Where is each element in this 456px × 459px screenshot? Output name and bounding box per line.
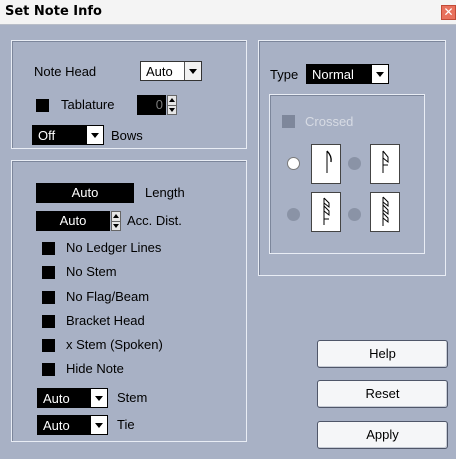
- stem-label: Stem: [117, 390, 148, 405]
- tie-value: Auto: [43, 418, 70, 433]
- note-head-value: Auto: [146, 64, 173, 79]
- note-variant-radio-3[interactable]: [287, 208, 300, 221]
- acc-dist-value: Auto: [59, 213, 87, 228]
- reset-button[interactable]: Reset: [317, 380, 448, 408]
- length-value: Auto: [71, 185, 99, 200]
- no-ledger-lines-checkbox[interactable]: [42, 242, 55, 255]
- eighth-note-icon: [326, 150, 332, 173]
- note-variant-box-2[interactable]: [370, 144, 400, 184]
- option-label: No Stem: [66, 264, 117, 279]
- length-field[interactable]: Auto: [36, 183, 134, 203]
- chevron-down-icon: [90, 389, 107, 407]
- spin-down-icon[interactable]: [112, 221, 120, 230]
- bows-dropdown[interactable]: Off: [32, 125, 104, 145]
- chevron-down-icon: [86, 126, 103, 144]
- tablature-value: 0: [155, 97, 163, 112]
- tablature-field[interactable]: 0: [137, 95, 166, 115]
- bows-value: Off: [38, 128, 56, 143]
- chevron-down-icon: [371, 65, 388, 83]
- chevron-down-icon: [90, 416, 107, 434]
- acc-dist-field[interactable]: Auto: [36, 211, 110, 231]
- stem-value: Auto: [43, 391, 70, 406]
- type-dropdown[interactable]: Normal: [306, 64, 389, 84]
- window-title: Set Note Info: [5, 4, 102, 19]
- note-variant-radio-4[interactable]: [348, 208, 361, 221]
- bows-label: Bows: [111, 128, 143, 143]
- type-label: Type: [270, 67, 299, 82]
- stem-dropdown[interactable]: Auto: [37, 388, 108, 408]
- x-stem-spoken-checkbox[interactable]: [42, 339, 55, 352]
- tablature-label: Tablature: [61, 97, 115, 112]
- option-label: Hide Note: [66, 361, 124, 376]
- option-label: Bracket Head: [66, 313, 145, 328]
- acc-dist-spinner[interactable]: [111, 211, 121, 231]
- crossed-checkbox[interactable]: [282, 115, 295, 128]
- note-variant-radio-1[interactable]: [287, 157, 300, 170]
- option-label: No Flag/Beam: [66, 289, 150, 304]
- option-label: x Stem (Spoken): [66, 337, 163, 352]
- set-note-info-dialog: Set Note Info ✕ Note Head Auto Tablature…: [0, 0, 456, 459]
- no-flag-beam-checkbox[interactable]: [42, 291, 55, 304]
- note-head-label: Note Head: [34, 64, 97, 79]
- option-label: No Ledger Lines: [66, 240, 162, 255]
- sixteenth-note-icon: [323, 197, 330, 225]
- tie-label: Tie: [117, 417, 135, 432]
- spin-down-icon[interactable]: [168, 105, 176, 114]
- tie-dropdown[interactable]: Auto: [37, 415, 108, 435]
- eighth-note-grace-icon: [382, 150, 389, 173]
- close-icon[interactable]: ✕: [441, 5, 456, 20]
- sixteenth-note-grace-icon: [382, 196, 389, 226]
- no-stem-checkbox[interactable]: [42, 266, 55, 279]
- tablature-checkbox[interactable]: [36, 99, 49, 112]
- chevron-down-icon: [184, 62, 201, 80]
- help-button[interactable]: Help: [317, 340, 448, 368]
- tablature-spinner[interactable]: [167, 95, 177, 115]
- note-variant-box-1[interactable]: [311, 144, 341, 184]
- bracket-head-checkbox[interactable]: [42, 315, 55, 328]
- length-label: Length: [145, 185, 185, 200]
- note-variant-radio-2[interactable]: [348, 157, 361, 170]
- acc-dist-label: Acc. Dist.: [127, 213, 182, 228]
- hide-note-checkbox[interactable]: [42, 363, 55, 376]
- title-bar: Set Note Info ✕: [0, 0, 456, 25]
- apply-button[interactable]: Apply: [317, 421, 448, 449]
- type-value: Normal: [312, 67, 354, 82]
- crossed-label: Crossed: [305, 114, 354, 129]
- note-variant-box-4[interactable]: [370, 192, 400, 232]
- note-variant-box-3[interactable]: [311, 192, 341, 232]
- note-head-dropdown[interactable]: Auto: [140, 61, 202, 81]
